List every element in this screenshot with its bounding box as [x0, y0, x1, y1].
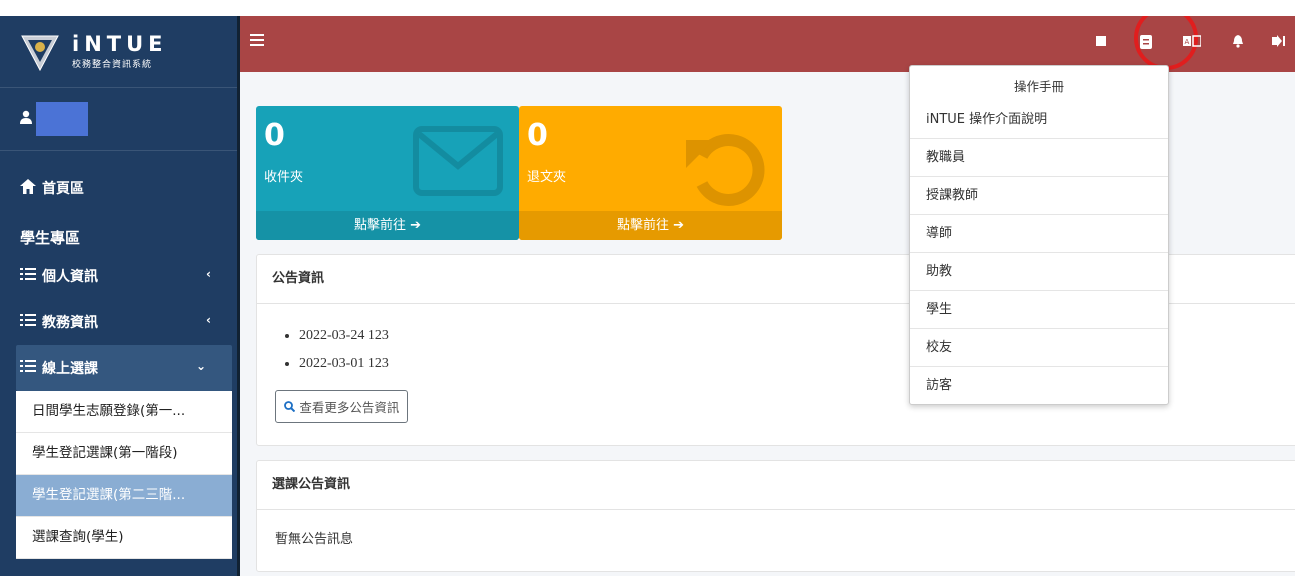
- sidebar-item-home[interactable]: 首頁區: [0, 157, 237, 219]
- search-icon: [284, 400, 299, 415]
- returned-count: 0: [527, 118, 548, 153]
- user-icon: [20, 110, 32, 128]
- svg-text:A: A: [1185, 38, 1190, 46]
- submenu-item-active[interactable]: 學生登記選課(第二三階...: [16, 475, 232, 517]
- sidebar-item-label: 線上選課: [42, 361, 98, 377]
- returned-goto-link[interactable]: 點擊前往 ➔: [519, 211, 782, 240]
- list-icon: [20, 314, 42, 330]
- envelope-icon: [413, 126, 503, 196]
- submenu-item[interactable]: 日間學生志願登錄(第一...: [16, 391, 232, 433]
- dropdown-item[interactable]: 訪客: [910, 366, 1168, 404]
- list-icon: [20, 268, 42, 284]
- submenu-list: 日間學生志願登錄(第一... 學生登記選課(第一階段) 學生登記選課(第二三階.…: [16, 391, 232, 559]
- inbox-goto-link[interactable]: 點擊前往 ➔: [256, 211, 519, 240]
- dropdown-item[interactable]: 助教: [910, 252, 1168, 290]
- inbox-count: 0: [264, 118, 285, 153]
- square-icon[interactable]: [1096, 35, 1106, 50]
- sidebar-item-academic-info[interactable]: 教務資訊 ‹: [0, 299, 237, 345]
- logout-icon[interactable]: [1272, 35, 1286, 51]
- sidebar-item-label: 首頁區: [42, 181, 84, 197]
- dropdown-item[interactable]: 學生: [910, 290, 1168, 328]
- hamburger-menu-icon[interactable]: [250, 34, 264, 48]
- home-icon: [20, 178, 42, 198]
- manual-dropdown: 操作手冊 iNTUE 操作介面說明 教職員 授課教師 導師 助教 學生 校友 訪…: [909, 65, 1169, 405]
- brand-name: iNTUE: [72, 32, 168, 56]
- sidebar-item-label: 個人資訊: [42, 269, 98, 285]
- sidebar-item-personal-info[interactable]: 個人資訊 ‹: [0, 253, 237, 299]
- panel-title: 選課公告資訊: [257, 461, 1295, 510]
- dropdown-item[interactable]: iNTUE 操作介面說明: [910, 101, 1168, 138]
- inbox-card: 0 收件夾 點擊前往 ➔: [256, 106, 519, 240]
- returned-card: 0 退文夾 點擊前往 ➔: [519, 106, 782, 240]
- section-title: 學生專區: [20, 229, 81, 247]
- button-label: 查看更多公告資訊: [299, 400, 400, 415]
- dropdown-item[interactable]: 授課教師: [910, 176, 1168, 214]
- chevron-left-icon: ‹: [206, 267, 211, 281]
- dropdown-item[interactable]: 校友: [910, 328, 1168, 366]
- list-icon: [20, 360, 42, 376]
- inbox-label: 收件夾: [264, 170, 304, 185]
- dropdown-header: 操作手冊: [1013, 79, 1064, 94]
- brand[interactable]: iNTUE 校務整合資訊系統: [0, 16, 237, 88]
- course-announcements-panel: 選課公告資訊 暫無公告訊息: [256, 460, 1295, 572]
- user-panel[interactable]: [0, 88, 237, 151]
- more-announcements-button[interactable]: 查看更多公告資訊: [275, 390, 409, 423]
- translate-icon[interactable]: A: [1183, 35, 1202, 51]
- submenu-item[interactable]: 學生登記選課(第一階段): [16, 433, 232, 475]
- bell-icon[interactable]: [1232, 35, 1244, 52]
- brand-subtitle: 校務整合資訊系統: [72, 60, 153, 70]
- empty-message: 暫無公告訊息: [275, 532, 354, 547]
- school-logo-icon: [21, 35, 59, 71]
- sidebar: iNTUE 校務整合資訊系統 首頁區 學生專區 個人資訊 ‹ 教務資訊 ‹ 線上…: [0, 16, 240, 576]
- dropdown-item[interactable]: 教職員: [910, 138, 1168, 176]
- submenu-item[interactable]: 選課查詢(學生): [16, 517, 232, 559]
- app-frame: iNTUE 校務整合資訊系統 首頁區 學生專區 個人資訊 ‹ 教務資訊 ‹ 線上…: [0, 16, 1295, 576]
- sidebar-item-online-course-selection[interactable]: 線上選課 ⌄: [16, 345, 232, 391]
- chevron-left-icon: ‹: [206, 313, 211, 327]
- dropdown-item[interactable]: 導師: [910, 214, 1168, 252]
- sidebar-item-label: 教務資訊: [42, 315, 98, 331]
- chevron-down-icon: ⌄: [195, 359, 206, 373]
- undo-icon: [686, 134, 765, 206]
- topbar: A: [240, 16, 1295, 72]
- returned-label: 退文夾: [527, 170, 567, 185]
- redacted-username: [36, 102, 88, 136]
